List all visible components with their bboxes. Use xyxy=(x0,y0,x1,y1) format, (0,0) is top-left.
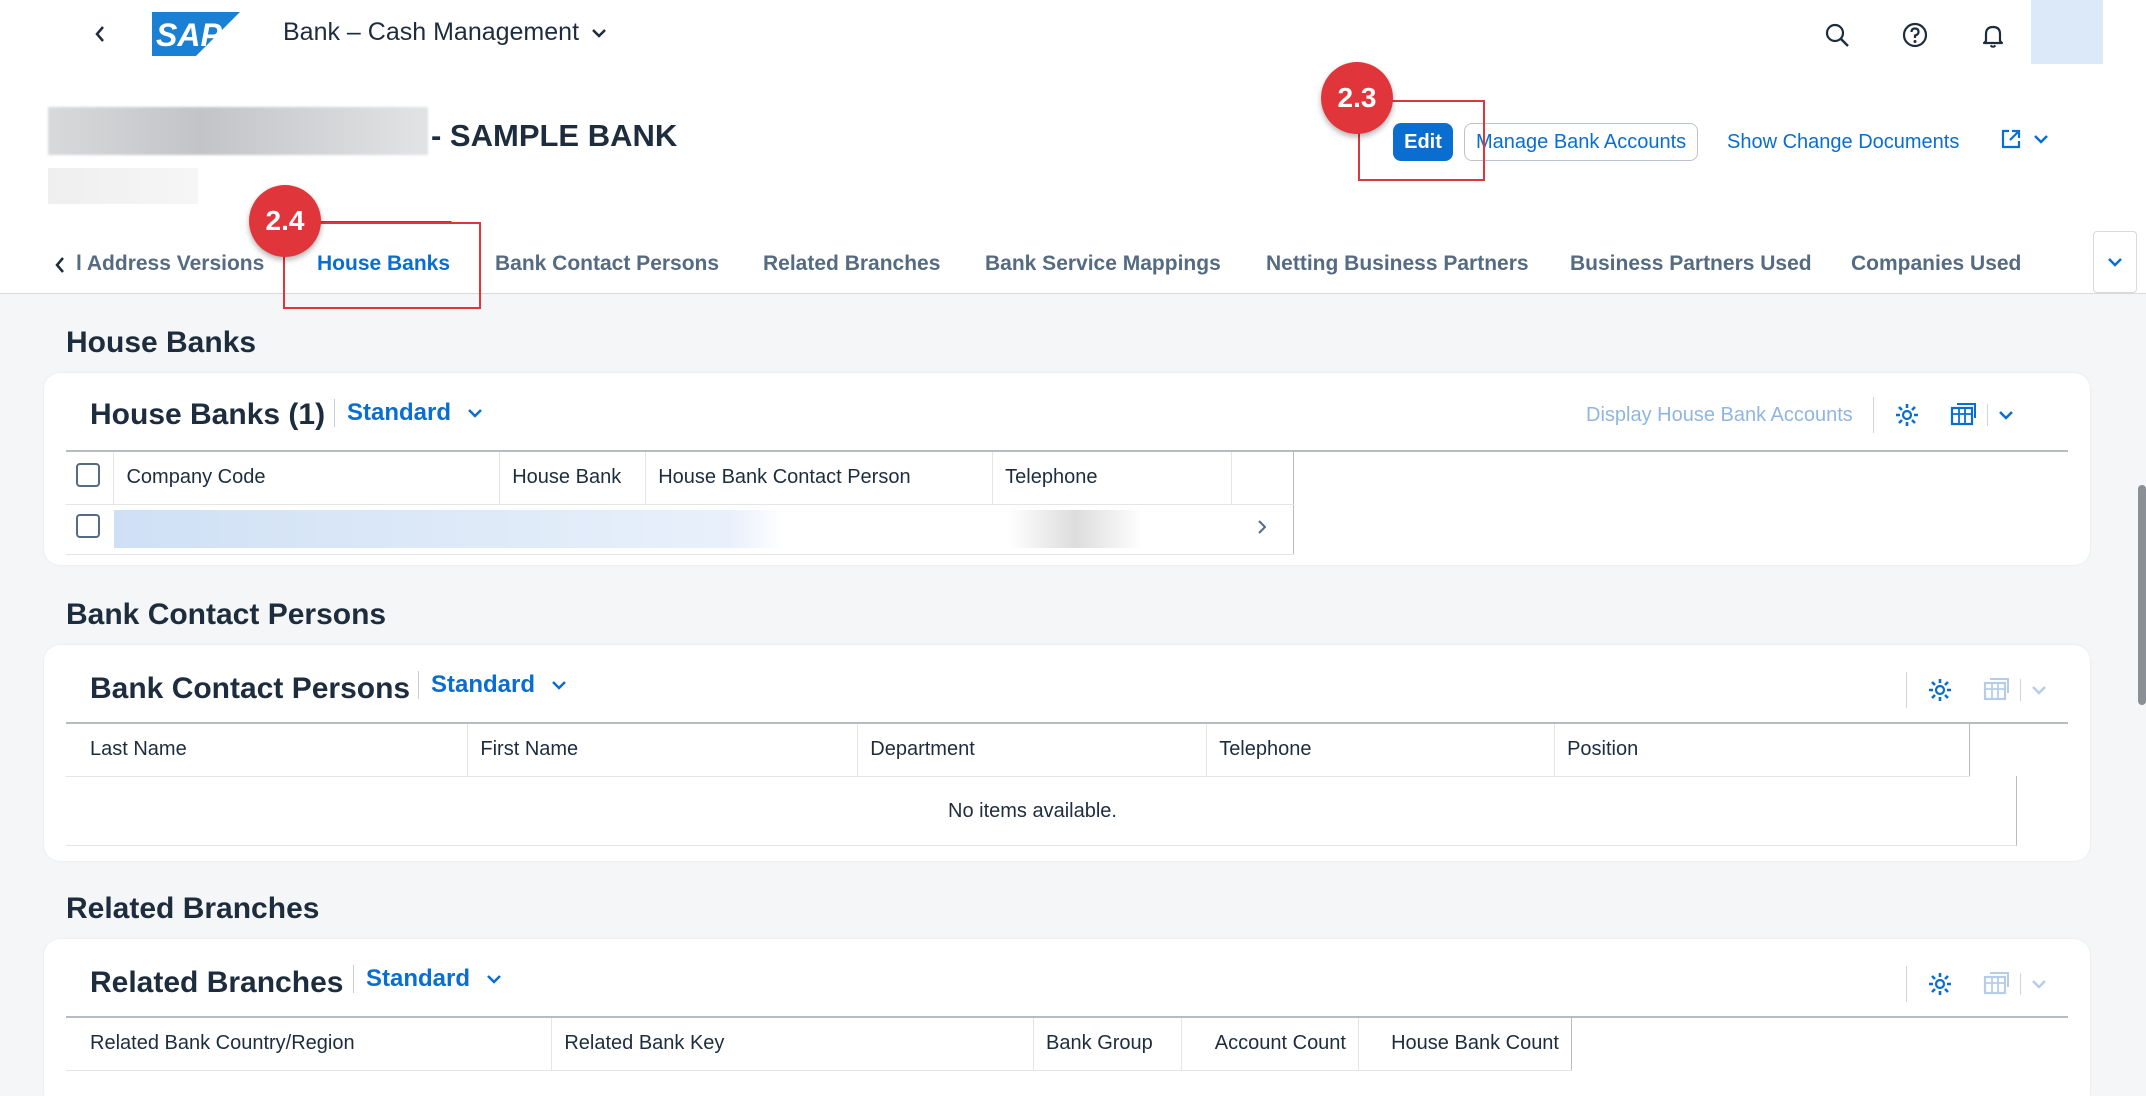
house-banks-table: Company Code House Bank House Bank Conta… xyxy=(66,452,1294,555)
chevron-down-icon xyxy=(552,681,566,690)
tab-address-versions[interactable]: l Address Versions xyxy=(76,252,264,276)
column-header[interactable]: House Bank Contact Person xyxy=(645,452,994,505)
house-banks-card: House Banks (1) Standard Display House B… xyxy=(44,373,2090,565)
related-branches-card: Related Branches Standard Related Bank C… xyxy=(44,939,2090,1096)
column-header[interactable]: First Name xyxy=(467,724,859,777)
column-header[interactable]: Last Name xyxy=(66,724,469,777)
annotation-badge-tab: 2.4 xyxy=(249,185,321,257)
variant-selector[interactable]: Standard xyxy=(418,671,567,699)
page-scrollbar[interactable] xyxy=(2138,485,2146,705)
section-title-related-branches: Related Branches xyxy=(66,892,320,925)
chevron-down-icon xyxy=(2108,258,2122,267)
shell-bar: SAP Bank – Cash Management xyxy=(0,0,2146,68)
chevron-down-icon[interactable] xyxy=(1998,410,2014,420)
settings-icon[interactable] xyxy=(1927,677,1953,703)
table-toolbar xyxy=(1886,672,2047,708)
section-title-bank-contact-persons: Bank Contact Persons xyxy=(66,598,387,631)
no-items-message: No items available. xyxy=(948,800,1117,822)
table-toolbar xyxy=(1886,966,2047,1002)
bell-icon[interactable] xyxy=(1976,18,2010,52)
variant-label: Standard xyxy=(431,671,536,698)
redacted-row-content xyxy=(113,510,1232,548)
help-icon[interactable] xyxy=(1898,18,1932,52)
variant-selector[interactable]: Standard xyxy=(353,965,502,993)
related-branches-table-title: Related Branches xyxy=(90,966,344,999)
app-title-menu[interactable]: Bank – Cash Management xyxy=(283,18,607,47)
tab-bank-contact-persons[interactable]: Bank Contact Persons xyxy=(495,252,719,276)
annotation-badge-edit: 2.3 xyxy=(1321,62,1393,134)
export-icon[interactable] xyxy=(1949,402,1977,428)
display-house-bank-accounts-button[interactable]: Display House Bank Accounts xyxy=(1586,404,1853,427)
toolbar-divider xyxy=(1906,672,1907,708)
export-icon xyxy=(1983,972,2009,995)
bank-contact-persons-table-title: Bank Contact Persons xyxy=(90,672,411,705)
select-all-checkbox[interactable] xyxy=(76,462,100,487)
column-header[interactable]: Related Bank Country/Region xyxy=(66,1018,553,1071)
chevron-down-icon xyxy=(592,28,606,38)
show-change-documents-button[interactable]: Show Change Documents xyxy=(1727,131,1959,154)
header-actions: Edit Manage Bank Accounts Show Change Do… xyxy=(0,123,2146,163)
related-branches-table: Related Bank Country/Region Related Bank… xyxy=(66,1018,1572,1071)
row-checkbox[interactable] xyxy=(76,514,100,538)
variant-label: Standard xyxy=(366,965,471,992)
column-header[interactable]: Telephone xyxy=(1206,724,1556,777)
tab-overflow-button[interactable] xyxy=(2093,231,2137,293)
variant-selector[interactable]: Standard xyxy=(334,399,483,427)
table-row[interactable] xyxy=(66,504,1294,555)
column-header[interactable]: Account Count xyxy=(1181,1018,1359,1071)
chevron-down-icon xyxy=(468,409,482,418)
tab-netting-business-partners[interactable]: Netting Business Partners xyxy=(1266,252,1529,276)
settings-icon[interactable] xyxy=(1927,971,1953,997)
bank-contact-persons-card: Bank Contact Persons Standard Last Name … xyxy=(44,645,2090,861)
bank-contact-persons-table: Last Name First Name Department Telephon… xyxy=(66,724,1970,777)
export-icon xyxy=(1983,678,2009,701)
column-header[interactable]: Related Bank Key xyxy=(551,1018,1035,1071)
app-title: Bank – Cash Management xyxy=(283,18,580,46)
avatar[interactable] xyxy=(2031,0,2103,64)
toolbar-divider xyxy=(1872,397,1874,433)
back-button[interactable] xyxy=(88,18,112,50)
house-banks-table-title: House Banks (1) xyxy=(90,398,326,431)
share-menu-button[interactable] xyxy=(1999,127,2049,151)
settings-icon[interactable] xyxy=(1894,402,1920,428)
chevron-down-icon xyxy=(487,975,501,984)
column-header[interactable]: House Bank xyxy=(499,452,647,505)
table-toolbar: Display House Bank Accounts xyxy=(1586,397,2014,433)
column-header[interactable]: Department xyxy=(857,724,1208,777)
tab-business-partners-used[interactable]: Business Partners Used xyxy=(1570,252,1812,276)
search-icon[interactable] xyxy=(1820,18,1854,52)
table-header-row: Related Bank Country/Region Related Bank… xyxy=(66,1018,1572,1071)
manage-bank-accounts-button[interactable]: Manage Bank Accounts xyxy=(1464,123,1699,161)
column-header[interactable]: Company Code xyxy=(113,452,501,505)
variant-label: Standard xyxy=(347,399,452,426)
chevron-down-icon xyxy=(2032,686,2046,695)
column-header[interactable]: House Bank Count xyxy=(1358,1018,1572,1071)
chevron-left-icon xyxy=(95,26,104,42)
tab-related-branches[interactable]: Related Branches xyxy=(763,252,940,276)
tab-scroll-left-icon[interactable] xyxy=(54,256,66,274)
section-title-house-banks: House Banks xyxy=(66,326,257,359)
chevron-down-icon xyxy=(2034,135,2048,144)
redacted-subtitle xyxy=(48,168,198,204)
table-header-row: Company Code House Bank House Bank Conta… xyxy=(66,452,1294,505)
column-header[interactable]: Telephone xyxy=(992,452,1232,505)
chevron-down-icon xyxy=(2032,980,2046,989)
toolbar-divider xyxy=(1906,966,1907,1002)
tab-companies-used[interactable]: Companies Used xyxy=(1851,252,2021,276)
table-header-row: Last Name First Name Department Telephon… xyxy=(66,724,1970,777)
column-header[interactable]: Bank Group xyxy=(1033,1018,1183,1071)
tab-bank-service-mappings[interactable]: Bank Service Mappings xyxy=(985,252,1221,276)
svg-text:SAP: SAP xyxy=(156,17,222,53)
row-navigation-icon[interactable] xyxy=(1257,519,1267,535)
share-icon xyxy=(2001,129,2021,149)
sap-logo[interactable]: SAP xyxy=(152,12,240,56)
column-header[interactable]: Position xyxy=(1554,724,1970,777)
